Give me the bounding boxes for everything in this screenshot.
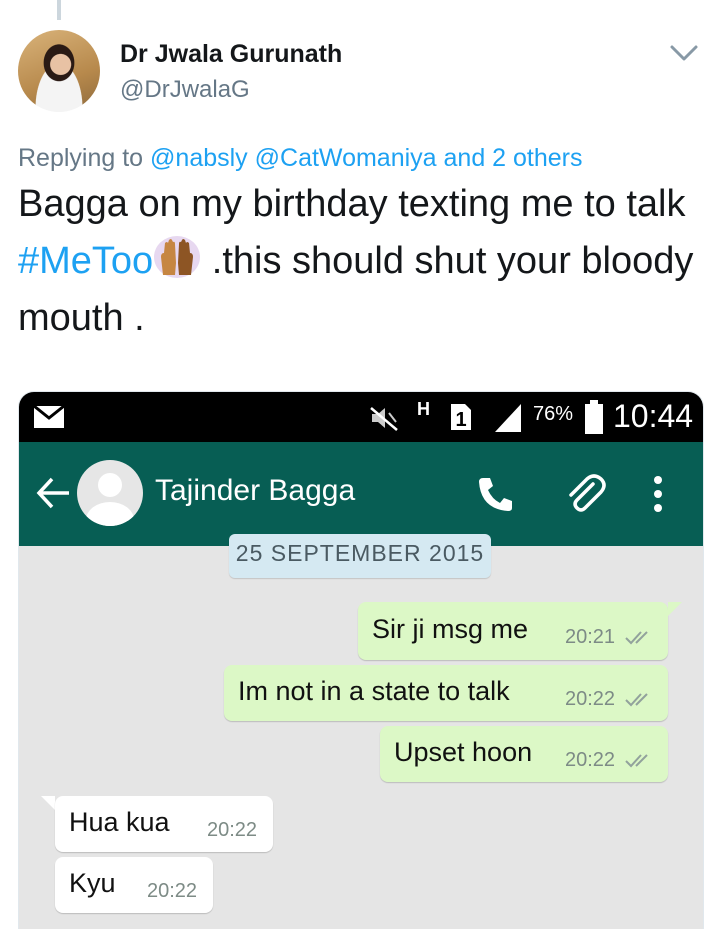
double-check-icon bbox=[625, 693, 648, 707]
message-text: Hua kua bbox=[69, 807, 170, 837]
chevron-down-icon[interactable] bbox=[668, 40, 700, 66]
bubble-tail bbox=[41, 796, 55, 810]
attached-screenshot[interactable]: H 1 76% 10:44 Tajinder Bagga 25 SEPTEMBE… bbox=[18, 391, 704, 929]
chat-header: Tajinder Bagga bbox=[19, 442, 703, 546]
message-bubble-incoming[interactable]: Kyu 20:22 bbox=[55, 857, 213, 913]
sim-icon: 1 bbox=[451, 404, 471, 431]
reply-mention-nabsly[interactable]: @nabsly bbox=[150, 144, 248, 172]
message-text: Sir ji msg me bbox=[372, 614, 529, 644]
message-time: 20:21 bbox=[565, 626, 616, 648]
contact-avatar[interactable] bbox=[77, 460, 143, 526]
status-bar-time: 10:44 bbox=[613, 398, 694, 434]
message-text: Upset hoon bbox=[394, 737, 533, 767]
message-time: 20:22 bbox=[207, 819, 258, 841]
double-check-icon bbox=[625, 754, 648, 768]
message-time: 20:22 bbox=[565, 749, 616, 771]
message-bubble-outgoing[interactable]: Im not in a state to talk 20:22 bbox=[224, 665, 668, 721]
mail-icon bbox=[33, 405, 65, 428]
replying-to-label: Replying to bbox=[18, 144, 151, 172]
message-text: Kyu bbox=[69, 868, 116, 898]
sim-slot-number: 1 bbox=[455, 409, 466, 431]
tweet-text-part-1: Bagga on my birthday texting me to talk bbox=[18, 183, 686, 225]
date-divider-text: 25 SEPTEMBER 2015 bbox=[235, 540, 485, 566]
hashtag-metoo[interactable]: #MeToo bbox=[18, 240, 153, 282]
display-name[interactable]: Dr Jwala Gurunath bbox=[120, 40, 342, 69]
replying-to: Replying to @nabsly @CatWomaniya and 2 o… bbox=[18, 144, 583, 173]
message-time: 20:22 bbox=[565, 688, 616, 710]
avatar[interactable] bbox=[18, 30, 100, 112]
battery-percentage: 76% bbox=[533, 403, 574, 425]
message-bubble-incoming[interactable]: Hua kua 20:22 bbox=[55, 796, 273, 852]
message-bubble-outgoing[interactable]: Sir ji msg me 20:21 bbox=[358, 602, 668, 660]
call-icon[interactable] bbox=[475, 474, 515, 514]
mute-icon bbox=[370, 407, 398, 431]
attachment-icon[interactable] bbox=[563, 472, 607, 516]
default-avatar-icon bbox=[86, 473, 134, 526]
network-type: H bbox=[417, 399, 430, 419]
user-handle[interactable]: @DrJwalaG bbox=[120, 76, 250, 104]
battery-icon bbox=[585, 400, 603, 434]
bubble-tail bbox=[668, 602, 682, 616]
message-bubble-outgoing[interactable]: Upset hoon 20:22 bbox=[380, 726, 668, 782]
reply-others-link[interactable]: and 2 others bbox=[444, 144, 583, 172]
contact-name[interactable]: Tajinder Bagga bbox=[155, 474, 355, 508]
thread-connector-line bbox=[57, 0, 61, 20]
signal-icon bbox=[495, 404, 521, 432]
message-text: Im not in a state to talk bbox=[238, 676, 510, 706]
phone-status-bar: H 1 76% 10:44 bbox=[19, 392, 703, 442]
raised-hands-icon bbox=[154, 236, 201, 278]
reply-mention-catwomaniya[interactable]: @CatWomaniya bbox=[255, 144, 437, 172]
message-time: 20:22 bbox=[147, 880, 198, 902]
more-options-icon[interactable] bbox=[651, 474, 665, 514]
back-arrow-icon[interactable] bbox=[35, 476, 71, 510]
tweet-text: Bagga on my birthday texting me to talk … bbox=[18, 176, 708, 347]
date-divider: 25 SEPTEMBER 2015 bbox=[229, 534, 491, 578]
double-check-icon bbox=[625, 631, 648, 645]
